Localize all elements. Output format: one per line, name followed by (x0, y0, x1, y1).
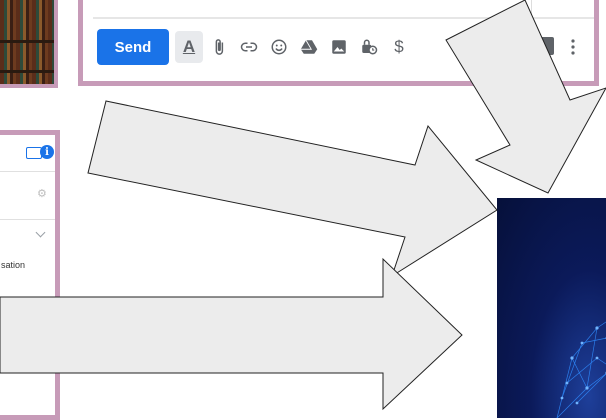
arrow-right-upper (88, 101, 497, 276)
arrow-right-lower (0, 259, 462, 409)
arrows-overlay (0, 0, 606, 411)
arrow-down-right (446, 0, 606, 193)
